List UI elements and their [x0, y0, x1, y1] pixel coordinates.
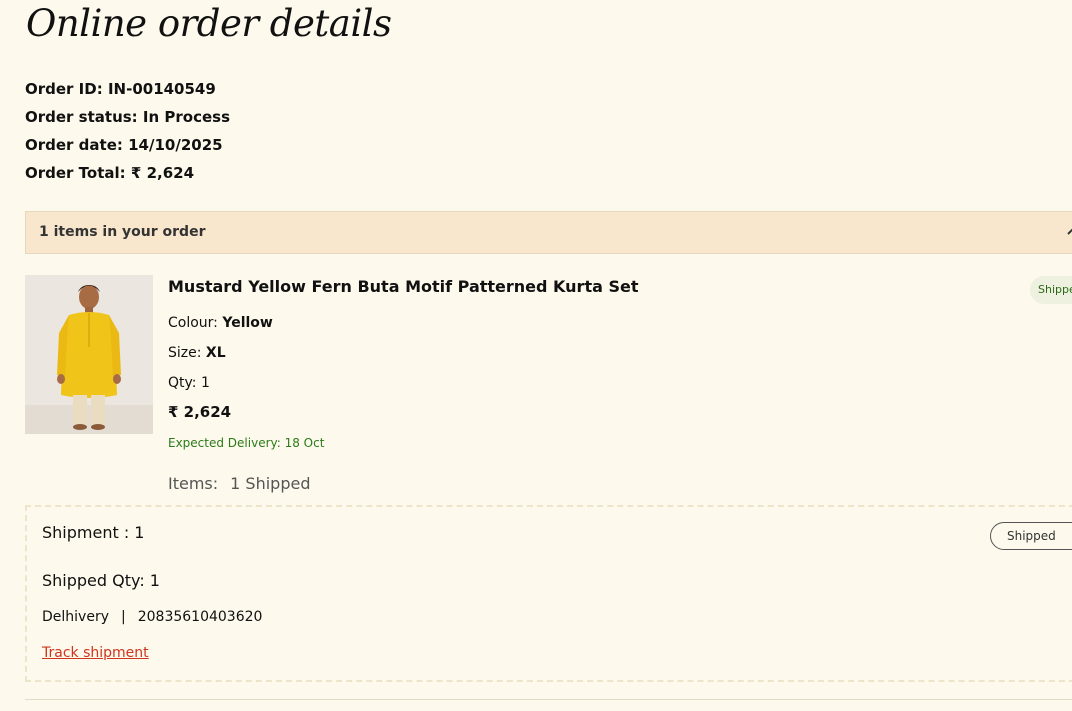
track-shipment-link[interactable]: Track shipment [42, 645, 149, 661]
size-value: XL [205, 345, 226, 361]
shipment-card [25, 505, 1072, 682]
product-colour: Colour: Yellow [168, 315, 273, 331]
product-name[interactable]: Mustard Yellow Fern Buta Motif Patterned… [168, 277, 638, 296]
page-title: Online order details [26, 2, 392, 45]
order-status-value: In Process [142, 108, 231, 126]
shipped-qty: Shipped Qty: 1 [42, 571, 160, 590]
product-size: Size: XL [168, 345, 226, 361]
order-status-line: Order status: In Process [25, 108, 230, 126]
order-id-value: IN-00140549 [107, 80, 216, 98]
product-price: ₹ 2,624 [168, 403, 232, 421]
order-date-value: 14/10/2025 [128, 136, 223, 154]
chevron-up-icon[interactable] [1066, 224, 1072, 238]
order-date-label: Order date: [25, 136, 123, 154]
product-image[interactable] [25, 275, 153, 434]
qty-label: Qty: [168, 375, 197, 391]
order-date-line: Order date: 14/10/2025 [25, 136, 223, 154]
qty-value: 1 [200, 375, 210, 391]
carrier-separator: | [121, 609, 126, 625]
product-qty: Qty: 1 [168, 375, 210, 391]
items-shipped-summary: Items: 1 Shipped [168, 474, 310, 493]
carrier-line: Delhivery | 20835610403620 [42, 609, 262, 625]
colour-label: Colour: [168, 315, 218, 331]
product-status-badge: Shipped [1030, 276, 1072, 304]
shipment-title: Shipment : 1 [42, 523, 145, 542]
order-id-label: Order ID: [25, 80, 103, 98]
order-total-line: Order Total: ₹ 2,624 [25, 164, 194, 182]
divider [25, 699, 1072, 700]
expected-delivery: Expected Delivery: 18 Oct [168, 436, 325, 450]
order-id-line: Order ID: IN-00140549 [25, 80, 216, 98]
tracking-number: 20835610403620 [137, 609, 263, 625]
size-label: Size: [168, 345, 202, 361]
items-accordion-header[interactable]: 1 items in your order [25, 211, 1072, 254]
shipment-status-badge: Shipped [990, 522, 1072, 550]
kurta-photo-icon [25, 275, 153, 434]
order-details-page: Online order details Order ID: IN-001405… [0, 0, 1072, 711]
order-total-label: Order Total: [25, 164, 126, 182]
carrier-name: Delhivery [42, 609, 109, 625]
items-label: Items: [168, 474, 219, 493]
items-value: 1 Shipped [230, 474, 311, 493]
order-status-label: Order status: [25, 108, 138, 126]
order-total-value: ₹ 2,624 [130, 164, 195, 182]
colour-value: Yellow [222, 315, 273, 331]
items-count-label: 1 items in your order [39, 224, 206, 240]
